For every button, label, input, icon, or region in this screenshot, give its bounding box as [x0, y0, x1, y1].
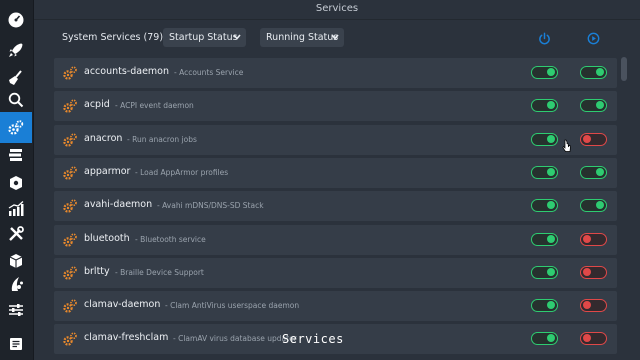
startup-toggle[interactable]: [531, 332, 558, 346]
stack-icon: [9, 148, 22, 161]
service-row[interactable]: avahi-daemon - Avahi mDNS/DNS-SD Stack: [54, 191, 617, 222]
service-name: brltty: [84, 265, 110, 277]
startup-toggle[interactable]: [531, 199, 558, 213]
mouse-pointer-icon: [562, 139, 571, 152]
running-toggle[interactable]: [580, 165, 607, 179]
services-count-label: System Services (79): [62, 32, 164, 43]
service-name: clamav-freshclam: [84, 332, 169, 344]
gears-icon: [63, 232, 77, 247]
startup-toggle[interactable]: [531, 299, 558, 313]
search-icon: [8, 92, 24, 107]
service-description: - Accounts Service: [174, 68, 244, 77]
service-description: - Run anacron jobs: [127, 134, 197, 144]
running-toggle[interactable]: [580, 199, 607, 213]
running-toggle[interactable]: [580, 132, 607, 146]
service-name: acpid: [84, 99, 110, 111]
service-description: - Load AppArmor profiles: [135, 167, 229, 177]
package-icon: [10, 175, 22, 190]
service-name: clamav-daemon: [84, 299, 161, 311]
startup-status-dropdown[interactable]: Startup Status: [163, 28, 246, 47]
gears-icon: [63, 66, 77, 80]
service-row[interactable]: clamav-daemon - Clam AntiVirus userspace …: [54, 291, 617, 322]
service-name: avahi-daemon: [84, 199, 153, 211]
running-toggle[interactable]: [580, 299, 607, 313]
startup-status-label: Startup Status: [169, 32, 238, 43]
service-description: - ClamAV virus database updater: [173, 334, 297, 344]
startup-toggle[interactable]: [531, 66, 558, 79]
sidebar-item-search[interactable]: [0, 84, 32, 115]
service-row[interactable]: bluetooth - Bluetooth service: [54, 224, 617, 255]
gears-icon: [63, 299, 77, 313]
bar-chart-icon: [8, 200, 24, 216]
play-icon[interactable]: [587, 32, 600, 45]
service-row[interactable]: acpid - ACPI event daemon: [54, 91, 617, 122]
startup-toggle[interactable]: [531, 99, 558, 113]
gears-icon: [63, 166, 77, 180]
gears-icon: [63, 133, 77, 147]
window-title: Services: [34, 0, 640, 20]
chevron-down-icon: [331, 34, 339, 40]
running-toggle[interactable]: [580, 99, 607, 113]
service-description: - Clam AntiVirus userspace daemon: [165, 301, 300, 311]
service-description: - Avahi mDNS/DNS-SD Stack: [157, 201, 264, 211]
chevron-down-icon: [233, 34, 241, 40]
running-status-dropdown[interactable]: Running Status: [260, 28, 344, 47]
power-icon[interactable]: [538, 32, 551, 45]
sidebar-item-notes[interactable]: [0, 328, 32, 359]
service-name: apparmor: [84, 165, 131, 177]
service-name: anacron: [84, 132, 123, 144]
box-icon: [9, 253, 23, 268]
running-status-label: Running Status: [266, 32, 339, 43]
dashboard-gauge-icon: [8, 12, 24, 27]
service-row[interactable]: anacron - Run anacron jobs: [54, 124, 617, 155]
running-toggle[interactable]: [580, 265, 607, 279]
running-toggle[interactable]: [580, 332, 607, 346]
startup-toggle[interactable]: [531, 232, 558, 246]
rocket-icon: [9, 43, 23, 57]
gears-icon: [8, 119, 24, 135]
running-toggle[interactable]: [580, 232, 607, 246]
sidebar-item-dashboard-gauge[interactable]: [0, 4, 32, 35]
sidebar-item-rocket[interactable]: [0, 34, 32, 65]
notes-icon: [10, 337, 22, 350]
service-description: - Bluetooth service: [135, 234, 206, 244]
services-list: accounts-daemon - Accounts Service acpid - …: [54, 57, 618, 360]
tools-icon: [9, 225, 24, 241]
service-name: accounts-daemon: [84, 66, 170, 77]
service-name: bluetooth: [84, 232, 130, 244]
running-toggle[interactable]: [580, 66, 607, 79]
service-description: - ACPI event daemon: [115, 101, 194, 111]
sidebar-item-sliders[interactable]: [0, 294, 32, 325]
gears-icon: [63, 199, 77, 213]
gears-icon: [63, 332, 77, 347]
service-row[interactable]: apparmor - Load AppArmor profiles: [54, 157, 617, 188]
gears-icon: [63, 99, 77, 113]
video-caption: Services: [282, 332, 344, 346]
toolbar: System Services (79) Startup Status Runn…: [34, 19, 640, 57]
scrollbar-thumb[interactable]: [621, 57, 627, 81]
startup-toggle[interactable]: [531, 265, 558, 279]
service-row[interactable]: accounts-daemon - Accounts Service: [54, 58, 617, 88]
paw-icon: [11, 276, 23, 291]
service-description: - Braille Device Support: [115, 267, 204, 277]
startup-toggle[interactable]: [531, 132, 558, 146]
service-row[interactable]: brltty - Braille Device Support: [54, 257, 617, 288]
gears-icon: [63, 266, 77, 280]
startup-toggle[interactable]: [531, 165, 558, 179]
sidebar: [0, 0, 34, 360]
scrollbar[interactable]: [621, 57, 627, 360]
sidebar-item-stack[interactable]: [0, 139, 32, 170]
sliders-icon: [9, 303, 23, 316]
